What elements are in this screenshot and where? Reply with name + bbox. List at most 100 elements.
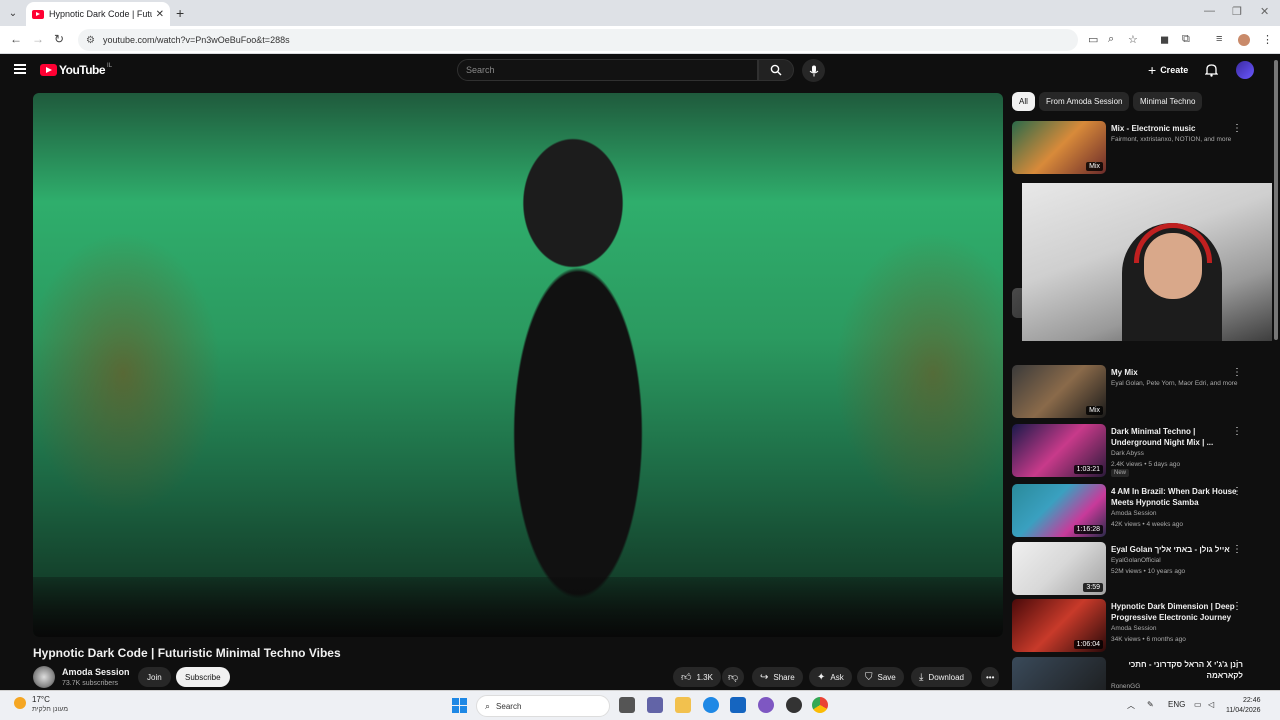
download-label: Download xyxy=(928,672,964,682)
search-button[interactable] xyxy=(758,59,794,81)
rec-more-icon[interactable]: ⋮ xyxy=(1232,486,1242,497)
chip-all[interactable]: All xyxy=(1012,92,1035,111)
duration-badge: 1:03:21 xyxy=(1073,465,1103,474)
tab-search-icon[interactable]: ⌄ xyxy=(4,4,22,22)
share-button[interactable]: ↪ Share xyxy=(752,667,803,687)
rec-thumbnail: 1:06:04 xyxy=(1012,599,1106,652)
window-close-icon[interactable]: ✕ xyxy=(1260,5,1269,18)
dislike-button[interactable]: 👎︎ xyxy=(722,667,745,687)
rec-item[interactable]: Mix My Mix Eyal Golan, Pete Yorn, Maor E… xyxy=(1012,365,1270,421)
file-explorer-icon[interactable] xyxy=(675,697,691,713)
reload-icon[interactable]: ↻ xyxy=(54,32,64,46)
save-label: Save xyxy=(877,672,896,682)
teams-icon[interactable] xyxy=(647,697,663,713)
duration-badge: 1:16:28 xyxy=(1073,525,1103,534)
hamburger-menu-icon[interactable] xyxy=(14,64,26,74)
site-info-icon[interactable]: ⚙ xyxy=(86,35,95,46)
clock-time: 22:46 xyxy=(1242,697,1261,704)
ask-button[interactable]: ✦ Ask xyxy=(809,667,852,687)
channel-avatar[interactable] xyxy=(33,666,55,688)
rec-more-icon[interactable]: ⋮ xyxy=(1232,123,1242,134)
rec-title: Eyal Golan אייל גולן - באתי אליך xyxy=(1111,545,1230,554)
volume-icon[interactable]: ◁ xyxy=(1208,700,1214,709)
join-button[interactable]: Join xyxy=(138,667,171,687)
system-clock[interactable]: 22:46 11/04/2026 xyxy=(1226,696,1261,716)
zoom-icon[interactable]: ⌕ xyxy=(1108,33,1114,46)
dj-deck-scene xyxy=(33,577,1003,637)
browser-menu-icon[interactable]: ⋮ xyxy=(1262,33,1273,46)
rec-channel: Dark Abyss xyxy=(1111,450,1144,457)
more-horizontal-icon: ••• xyxy=(986,672,995,682)
chip-minimal-techno[interactable]: Minimal Techno xyxy=(1133,92,1203,111)
media-control-icon[interactable]: ≡ xyxy=(1216,33,1222,45)
chrome-icon[interactable] xyxy=(812,697,828,713)
country-code: IL xyxy=(107,63,113,69)
rec-item[interactable]: 1:03:21 Dark Minimal Techno | Undergroun… xyxy=(1012,424,1270,480)
share-label: Share xyxy=(773,672,795,682)
rec-more-icon[interactable]: ⋮ xyxy=(1232,601,1242,612)
rec-more-icon[interactable]: ⋮ xyxy=(1232,367,1242,378)
rec-item[interactable]: 1:06:04 Hypnotic Dark Dimension | Deep P… xyxy=(1012,599,1270,655)
rec-item[interactable]: Mix Mix - Electronic music Fairmont, xxt… xyxy=(1012,121,1270,177)
url-bar[interactable]: ⚙ youtube.com/watch?v=Pn3wOeBuFoo&t=288s xyxy=(78,29,1078,51)
cast-icon[interactable]: ▭ xyxy=(1088,33,1098,46)
scrollbar-thumb[interactable] xyxy=(1274,60,1278,340)
rec-more-icon[interactable]: ⋮ xyxy=(1232,426,1242,437)
close-tab-icon[interactable]: ✕ xyxy=(156,9,164,20)
rec-more-icon[interactable]: ⋮ xyxy=(1232,544,1242,555)
rec-stats: 34K views • 6 months ago xyxy=(1111,636,1186,643)
video-player[interactable] xyxy=(33,93,1003,637)
language-indicator[interactable]: ENG xyxy=(1168,700,1185,709)
voice-search-button[interactable] xyxy=(802,59,825,82)
youtube-logo[interactable]: YouTube IL xyxy=(40,63,112,77)
rec-more-icon[interactable]: ⋮ xyxy=(1232,659,1242,670)
new-badge: New xyxy=(1111,469,1130,477)
network-icon[interactable]: ▭ xyxy=(1194,700,1202,709)
task-view-icon[interactable] xyxy=(619,697,635,713)
more-actions-button[interactable]: ••• xyxy=(981,667,1000,687)
edge-icon[interactable] xyxy=(703,697,719,713)
extensions-puzzle-icon[interactable]: ⧉ xyxy=(1182,33,1190,46)
rec-thumbnail: 1:03:21 xyxy=(1012,424,1106,477)
taskbar-search[interactable]: ⌕ Search xyxy=(476,695,610,717)
clock-date: 11/04/2026 xyxy=(1226,707,1261,714)
like-button[interactable]: 👍︎ 1.3K xyxy=(673,667,721,687)
extension-icon[interactable]: ◼ xyxy=(1160,33,1169,46)
windows-start-icon[interactable] xyxy=(452,698,467,713)
store-icon[interactable] xyxy=(730,697,746,713)
page-scrollbar[interactable] xyxy=(1272,55,1280,690)
rec-title: רונן ג'ג'י X הראל סקדרוני - חתכי לקאראמה xyxy=(1128,660,1243,680)
notifications-bell-icon[interactable] xyxy=(1205,63,1218,77)
rec-thumbnail: 3:59 xyxy=(1012,542,1106,595)
windows-taskbar: 17°C מעונן חלקית ⌕ Search ︿ ✎ ENG ▭ ◁ 22… xyxy=(0,690,1280,720)
rec-item[interactable]: 1:16:28 4 AM In Brazil: When Dark House … xyxy=(1012,484,1270,540)
create-button[interactable]: + Create xyxy=(1142,61,1194,79)
minimize-icon[interactable]: — xyxy=(1204,5,1215,17)
duration-badge: 3:59 xyxy=(1083,583,1103,592)
tray-pen-icon[interactable]: ✎ xyxy=(1147,700,1154,709)
back-icon[interactable]: ← xyxy=(10,32,22,46)
channel-name[interactable]: Amoda Session xyxy=(62,667,130,677)
tray-overflow-icon[interactable]: ︿ xyxy=(1127,700,1135,711)
ask-label: Ask xyxy=(830,672,844,682)
download-button[interactable]: ⤓ Download xyxy=(911,667,972,687)
browser-tab[interactable]: Hypnotic Dark Code | Futuristic ✕ xyxy=(26,2,170,26)
rec-item[interactable]: 3:59 Eyal Golan אייל גולן - באתי אליך Ey… xyxy=(1012,542,1270,598)
app-icon[interactable] xyxy=(786,697,802,713)
subscribe-button[interactable]: Subscribe xyxy=(176,667,230,687)
forward-icon[interactable]: → xyxy=(32,32,44,46)
maximize-icon[interactable]: ❐ xyxy=(1232,5,1242,18)
discord-icon[interactable] xyxy=(758,697,774,713)
new-tab-icon[interactable]: + xyxy=(176,5,184,21)
bookmark-star-icon[interactable]: ☆ xyxy=(1128,33,1138,46)
url-text: youtube.com/watch?v=Pn3wOeBuFoo&t=288s xyxy=(102,35,290,45)
account-avatar[interactable] xyxy=(1236,61,1254,79)
save-button[interactable]: ⛉ Save xyxy=(857,667,904,687)
rec-item[interactable]: רונן ג'ג'י X הראל סקדרוני - חתכי לקאראמה… xyxy=(1012,657,1270,690)
rec-stats: 42K views • 4 weeks ago xyxy=(1111,521,1184,528)
profile-avatar-icon[interactable] xyxy=(1238,34,1250,46)
search-input[interactable]: Search xyxy=(457,59,758,81)
chip-from-channel[interactable]: From Amoda Session xyxy=(1039,92,1130,111)
duration-badge: 1:06:04 xyxy=(1073,640,1103,649)
webcam-overlay xyxy=(1022,183,1280,341)
